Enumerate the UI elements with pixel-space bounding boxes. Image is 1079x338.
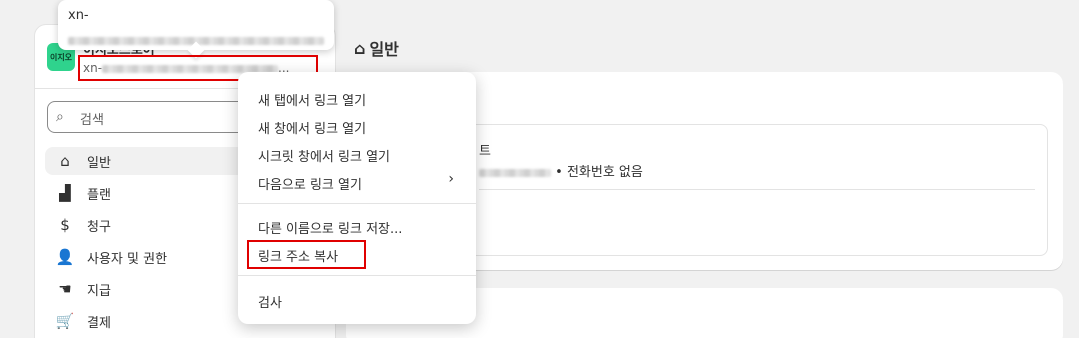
tooltip-url-prefix: xn- xyxy=(68,8,89,23)
menu-separator xyxy=(238,275,476,276)
context-menu: 새 탭에서 링크 열기 새 창에서 링크 열기 시크릿 창에서 링크 열기 다음… xyxy=(238,72,476,324)
sidebar-item-label: 플랜 xyxy=(87,187,111,203)
page-title: ⌂ 일반 xyxy=(354,36,399,60)
url-tooltip: xn- xyxy=(58,0,334,50)
highlight-box-copy xyxy=(247,240,366,269)
sidebar-item-label: 결제 xyxy=(87,315,111,331)
sidebar-item-label: 사용자 및 권한 xyxy=(87,251,168,267)
plan-icon: ▟ xyxy=(59,184,71,202)
phone-text: • 전화번호 없음 xyxy=(555,165,643,180)
menu-inspect[interactable]: 검사 xyxy=(258,292,282,311)
sidebar-item-label: 청구 xyxy=(87,219,111,235)
search-icon: ⌕ xyxy=(56,109,64,125)
divider xyxy=(479,189,1035,190)
billing-icon: $ xyxy=(60,216,70,234)
search-placeholder: 검색 xyxy=(80,113,104,128)
blurred-email xyxy=(479,168,551,177)
sidebar-item-label: 일반 xyxy=(87,155,111,171)
store-details-title: 트 xyxy=(479,144,491,159)
cart-icon: 🛒 xyxy=(55,312,75,330)
menu-open-incognito[interactable]: 시크릿 창에서 링크 열기 xyxy=(258,146,390,165)
payout-icon: ☚ xyxy=(58,280,72,298)
menu-separator xyxy=(238,203,476,204)
menu-save-link-as[interactable]: 다른 이름으로 링크 저장... xyxy=(258,218,402,237)
store-icon: ⌂ xyxy=(60,152,70,170)
menu-open-new-window[interactable]: 새 창에서 링크 열기 xyxy=(258,118,366,137)
store-details-box[interactable]: 트 • 전화번호 없음 xyxy=(452,124,1048,256)
store-phone: • 전화번호 없음 xyxy=(479,161,643,180)
menu-open-new-tab[interactable]: 새 탭에서 링크 열기 xyxy=(258,90,366,109)
users-icon: 👤 xyxy=(55,248,75,266)
menu-open-link-as[interactable]: 다음으로 링크 열기 xyxy=(258,174,362,193)
sidebar-item-label: 지급 xyxy=(87,283,111,299)
chevron-right-icon: › xyxy=(448,171,454,187)
tooltip-url-blurred xyxy=(68,30,324,49)
store-icon: ⌂ xyxy=(354,38,366,58)
page-title-text: 일반 xyxy=(369,40,399,59)
